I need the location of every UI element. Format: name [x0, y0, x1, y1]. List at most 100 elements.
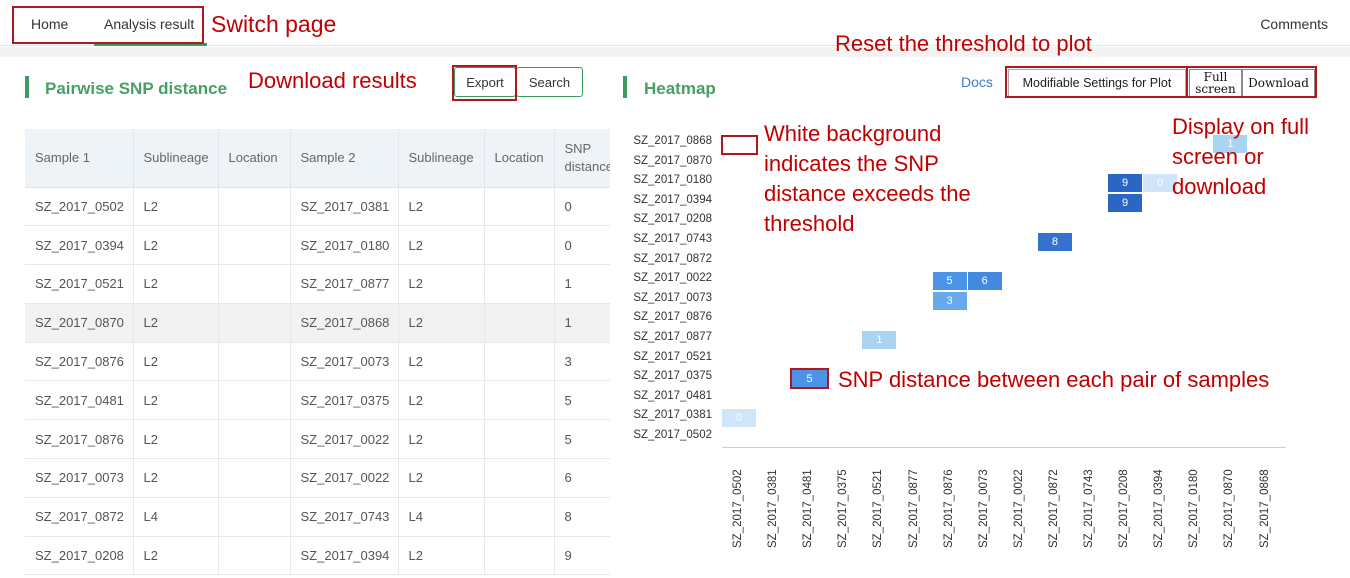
table-cell — [218, 187, 291, 227]
table-cell — [484, 264, 555, 304]
col-header[interactable]: Sample 2 — [290, 129, 399, 188]
table-cell: SZ_2017_0521 — [25, 264, 134, 304]
heatmap-x-label: SZ_2017_0870 — [1223, 469, 1236, 548]
table-cell — [218, 342, 291, 382]
table-header-row: Sample 1 Sublineage Location Sample 2 Su… — [25, 129, 614, 188]
table-cell — [218, 264, 291, 304]
table-cell: 9 — [554, 536, 614, 576]
table-cell — [484, 458, 555, 498]
table-cell: SZ_2017_0481 — [25, 380, 134, 421]
heatmap-y-label: SZ_2017_0481 — [633, 389, 712, 402]
heatmap-cell[interactable]: 0 — [722, 409, 756, 428]
annotation-box-export — [452, 65, 517, 101]
heatmap-y-label: SZ_2017_0208 — [633, 213, 712, 226]
table-cell: SZ_2017_0876 — [25, 419, 134, 460]
table-cell: L2 — [133, 303, 219, 343]
annotation-box-settings — [1005, 66, 1188, 98]
annotation-box-tools — [1186, 66, 1317, 98]
table-cell — [218, 419, 291, 460]
heatmap-x-label: SZ_2017_0502 — [732, 469, 744, 548]
heatmap-y-label: SZ_2017_0022 — [633, 272, 712, 285]
table-cell: SZ_2017_0381 — [290, 187, 399, 227]
table-cell — [218, 458, 291, 498]
heatmap-y-label: SZ_2017_0876 — [633, 311, 712, 324]
table-cell: L2 — [398, 303, 485, 343]
table-cell — [218, 536, 291, 576]
table-cell: L2 — [398, 225, 485, 266]
search-button[interactable]: Search — [516, 67, 583, 97]
table-cell: L2 — [398, 187, 485, 227]
table-cell: SZ_2017_0870 — [25, 303, 134, 343]
table-cell: L2 — [398, 264, 485, 304]
annotation-box-sample-cell: 5 — [790, 368, 829, 389]
annotation-line: download — [1172, 174, 1267, 199]
heatmap-y-label: SZ_2017_0073 — [633, 291, 712, 304]
heatmap-y-label: SZ_2017_0870 — [633, 154, 712, 167]
table-cell: L4 — [398, 497, 485, 537]
heatmap-cell[interactable]: 9 — [1108, 174, 1143, 193]
table-cell: SZ_2017_0868 — [290, 303, 399, 343]
page-divider — [0, 47, 1350, 57]
annotation-box-nav — [12, 6, 204, 44]
table-cell: L2 — [133, 187, 219, 227]
table-cell: L2 — [133, 342, 219, 382]
annotation-reset-threshold: Reset the threshold to plot — [835, 31, 1092, 56]
heatmap-cell[interactable]: 1 — [862, 331, 897, 349]
col-header[interactable]: Sublineage — [398, 129, 485, 188]
table-cell: 8 — [554, 497, 614, 537]
table-cell: L2 — [133, 264, 219, 304]
heatmap-y-label: SZ_2017_0381 — [633, 409, 712, 422]
table-cell: L2 — [133, 458, 219, 498]
heatmap-y-label: SZ_2017_0502 — [633, 429, 712, 441]
annotation-line: threshold — [764, 211, 855, 236]
heatmap-cell[interactable]: 5 — [932, 272, 967, 291]
table-row[interactable]: SZ_2017_0208 L2 SZ_2017_0394 L2 9 — [25, 536, 614, 576]
col-header[interactable]: Sample 1 — [25, 129, 134, 188]
table-cell — [484, 187, 555, 227]
heatmap-x-label: SZ_2017_0481 — [802, 469, 815, 548]
table-cell — [218, 380, 291, 421]
table-cell: SZ_2017_0073 — [25, 458, 134, 498]
heatmap-cell[interactable]: 8 — [1037, 233, 1072, 251]
table-cell — [484, 380, 555, 421]
heatmap-y-label: SZ_2017_0375 — [633, 370, 712, 383]
annotation-line: Display on full — [1172, 114, 1309, 139]
nav-comments[interactable]: Comments — [1260, 16, 1328, 32]
table-cell: L2 — [398, 419, 485, 460]
col-header[interactable]: Sublineage — [133, 129, 219, 188]
annotation-snp-pair: SNP distance between each pair of sample… — [838, 367, 1270, 392]
heatmap-y-label: SZ_2017_0180 — [633, 174, 712, 187]
table-row[interactable]: SZ_2017_0481 L2 SZ_2017_0375 L2 5 — [25, 380, 614, 421]
table-row[interactable]: SZ_2017_0502 L2 SZ_2017_0381 L2 0 — [25, 187, 614, 227]
table-row[interactable]: SZ_2017_0521 L2 SZ_2017_0877 L2 1 — [25, 264, 614, 304]
table-cell: SZ_2017_0180 — [290, 225, 399, 266]
annotation-box-white-cell — [721, 135, 758, 155]
table-cell: SZ_2017_0743 — [290, 497, 399, 537]
table-cell: L4 — [133, 497, 219, 537]
table-cell — [218, 225, 291, 266]
table-cell — [484, 497, 555, 537]
col-header[interactable]: Location — [218, 129, 291, 188]
table-row[interactable]: SZ_2017_0870 L2 SZ_2017_0868 L2 1 — [25, 303, 614, 343]
docs-link[interactable]: Docs — [961, 74, 993, 90]
heatmap-x-label: SZ_2017_0872 — [1047, 469, 1060, 548]
table-row[interactable]: SZ_2017_0394 L2 SZ_2017_0180 L2 0 — [25, 225, 614, 266]
heatmap-cell[interactable]: 9 — [1108, 193, 1143, 212]
heatmap-cell[interactable]: 3 — [932, 291, 967, 310]
table-row[interactable]: SZ_2017_0876 L2 SZ_2017_0073 L2 3 — [25, 342, 614, 382]
annotation-download-results: Download results — [248, 68, 417, 93]
heatmap-cell[interactable]: 6 — [967, 272, 1002, 291]
sample-cell-value: 5 — [806, 372, 813, 385]
annotation-full-screen: Display on full screen or download — [1172, 112, 1309, 202]
annotation-switch-page: Switch page — [211, 11, 337, 37]
heatmap-y-label: SZ_2017_0394 — [633, 193, 712, 206]
table-row[interactable]: SZ_2017_0872 L4 SZ_2017_0743 L4 8 — [25, 497, 614, 537]
heatmap-y-label: SZ_2017_0872 — [633, 252, 712, 265]
table-cell: 6 — [554, 458, 614, 498]
table-row[interactable]: SZ_2017_0073 L2 SZ_2017_0022 L2 6 — [25, 458, 614, 498]
col-header[interactable]: Location — [484, 129, 555, 188]
table-cell: SZ_2017_0394 — [290, 536, 399, 576]
table-cell — [484, 225, 555, 266]
table-cell: SZ_2017_0375 — [290, 380, 399, 421]
table-row[interactable]: SZ_2017_0876 L2 SZ_2017_0022 L2 5 — [25, 419, 614, 460]
